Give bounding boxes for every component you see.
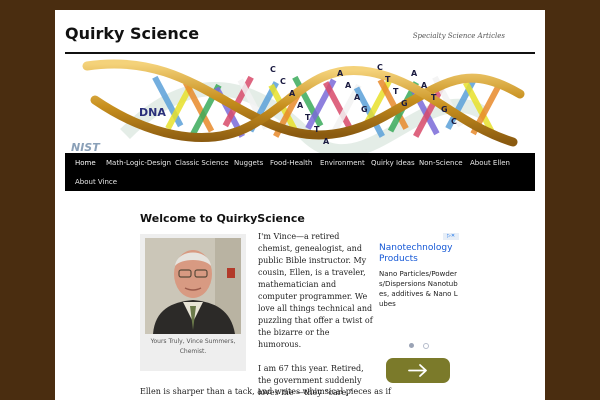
base-letter: T (314, 125, 320, 134)
ad-title[interactable]: Nanotechnology Products (379, 243, 459, 265)
base-letter: C (270, 65, 276, 74)
arrow-right-icon (408, 364, 427, 377)
base-letter: A (289, 89, 296, 98)
caption-line-2: Chemist. (179, 348, 207, 355)
dna-helix-illustration: DNA NIST CCAATTAAAAGCTTGAATGC (65, 54, 535, 153)
nav-item-classic-science[interactable]: Classic Science (175, 159, 229, 167)
author-photo[interactable] (145, 238, 241, 334)
base-letter: C (377, 63, 383, 72)
base-letter: G (401, 99, 408, 108)
author-portrait-image (145, 238, 241, 334)
base-letter: A (354, 93, 361, 102)
nav-item-math-logic-design[interactable]: Math-Logic-Design (106, 159, 171, 167)
sidebar-ad[interactable]: ▷✕ Nanotechnology Products Nano Particle… (379, 231, 459, 383)
dna-label: DNA (139, 106, 166, 119)
post-paragraph-1: I'm Vince—a retired chemist, genealogist… (258, 232, 373, 349)
post-paragraph-3: Ellen is sharper than a tack, and writes… (140, 387, 391, 396)
post-title[interactable]: Welcome to QuirkyScience (140, 212, 305, 225)
nav-item-non-science[interactable]: Non-Science (419, 159, 463, 167)
base-letter: T (305, 113, 311, 122)
base-letter: A (411, 69, 418, 78)
base-letter: A (323, 137, 330, 146)
carousel-dot[interactable] (423, 343, 429, 349)
post-intro-text: I'm Vince—a retired chemist, genealogist… (258, 231, 374, 399)
base-letter: C (451, 117, 457, 126)
page: Quirky Science Specialty Science Article… (55, 10, 545, 400)
header-banner-image[interactable]: DNA NIST CCAATTAAAAGCTTGAATGC (65, 54, 535, 153)
base-letter: A (337, 69, 344, 78)
ad-description[interactable]: Nano Particles/Powders/Dispersions Nanot… (379, 269, 459, 309)
base-letter: T (385, 75, 391, 84)
nav-item-quirky-ideas[interactable]: Quirky Ideas (371, 159, 415, 167)
nav-item-nuggets[interactable]: Nuggets (234, 159, 263, 167)
base-letter: C (280, 77, 286, 86)
site-description: Specialty Science Articles (412, 32, 505, 40)
base-letter: A (345, 81, 352, 90)
carousel-dot-active[interactable] (409, 343, 414, 348)
caption-line-1: Yours Truly, Vince Summers, (150, 338, 236, 345)
nav-item-about-ellen[interactable]: About Ellen (470, 159, 510, 167)
base-letter: T (393, 87, 399, 96)
base-letter: A (297, 101, 304, 110)
nav-item-food-health[interactable]: Food-Health (270, 159, 312, 167)
base-letter: A (421, 81, 428, 90)
base-letter: T (431, 93, 437, 102)
nist-logo: NIST (71, 141, 101, 153)
ad-cta-button[interactable] (386, 358, 450, 383)
base-letter: G (361, 105, 368, 114)
author-photo-caption: Yours Truly, Vince Summers, Chemist. (144, 337, 242, 357)
adchoices-icon[interactable]: ▷✕ (443, 233, 459, 240)
base-letter: G (441, 105, 448, 114)
site-title[interactable]: Quirky Science (65, 24, 199, 43)
main-navigation: Home Math-Logic-Design Classic Science N… (65, 153, 535, 191)
author-photo-figure: Yours Truly, Vince Summers, Chemist. (140, 234, 246, 371)
nav-item-home[interactable]: Home (75, 159, 96, 167)
nav-item-about-vince[interactable]: About Vince (75, 178, 117, 186)
nav-item-environment[interactable]: Environment (320, 159, 365, 167)
